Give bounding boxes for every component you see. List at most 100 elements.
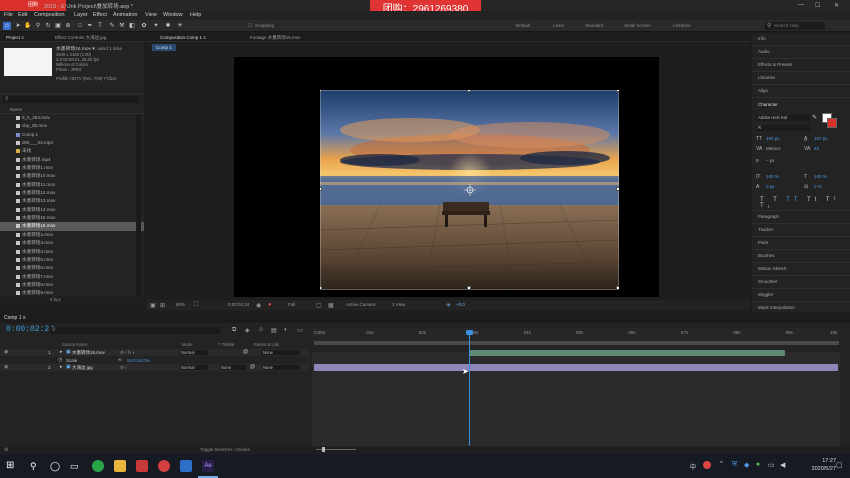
panel-wiggler[interactable]: Wiggler xyxy=(758,292,773,297)
graph-editor-icon[interactable]: ▭ xyxy=(297,327,303,334)
panel-tracker[interactable]: Tracker xyxy=(758,227,773,232)
bit-depth[interactable]: 8 bpc xyxy=(50,297,61,302)
workspace-libraries[interactable]: Libraries xyxy=(673,23,690,28)
rectangle-tool-icon[interactable]: □ xyxy=(76,22,84,30)
baseline-shift-value[interactable]: 0 px xyxy=(766,184,775,189)
layer-1-duration-bar[interactable] xyxy=(469,350,785,356)
expand-arrow-icon[interactable]: ▸ xyxy=(60,349,63,356)
menu-view[interactable]: View xyxy=(145,12,157,18)
tab-footage[interactable]: Footage 水墨转场16.mov xyxy=(250,35,301,41)
transform-handle[interactable] xyxy=(616,187,619,191)
resolution-dropdown[interactable]: Full xyxy=(288,302,295,307)
notification-icon[interactable]: ▢ xyxy=(836,461,843,469)
tray-app-icon[interactable] xyxy=(703,461,711,469)
tray-arrow-icon[interactable]: ^ xyxy=(720,461,723,467)
constrain-proportions-icon[interactable]: ∞ xyxy=(118,357,122,364)
grid-icon[interactable]: ⊞ xyxy=(160,302,165,309)
menu-help[interactable]: Help xyxy=(190,12,201,18)
layer-row-2[interactable]: ◉ 2 ▸ ▣ 大海边.jpg ⚙ / Normal None @ None xyxy=(0,364,310,371)
task-view-icon[interactable]: ◯ xyxy=(50,460,62,472)
project-file-item[interactable]: 水墨转场3.mov xyxy=(0,239,144,247)
text-tool-icon[interactable]: T xyxy=(96,22,104,30)
pickwhip-icon[interactable]: @ xyxy=(250,364,255,371)
clock-date[interactable]: 2020/5/27 xyxy=(812,466,836,472)
project-file-item[interactable]: 水墨转场5.mov xyxy=(0,256,144,264)
project-file-item[interactable]: 水墨转场14.mov xyxy=(0,206,144,214)
eyedropper-icon[interactable]: ✎ xyxy=(812,114,817,121)
puppet-extra-icon[interactable]: ✳ xyxy=(176,22,184,30)
project-scrollbar[interactable] xyxy=(136,114,141,304)
panel-libraries[interactable]: Libraries xyxy=(758,75,775,80)
app-red-icon[interactable] xyxy=(136,460,148,472)
visibility-icon[interactable]: ◉ xyxy=(4,364,8,371)
vertical-scale-value[interactable]: 100 % xyxy=(766,174,779,179)
project-file-item[interactable]: 水墨转场6.mov xyxy=(0,264,144,272)
composition-image[interactable] xyxy=(320,90,619,290)
clock-time[interactable]: 17:27 xyxy=(822,458,836,464)
task-switch-icon[interactable]: ▭ xyxy=(70,460,82,472)
panel-audio[interactable]: Audio xyxy=(758,49,770,54)
roi-icon[interactable]: ▢ xyxy=(316,302,322,309)
menu-edit[interactable]: Edit xyxy=(18,12,27,18)
menu-composition[interactable]: Composition xyxy=(34,12,65,18)
track-matte-dropdown[interactable]: None xyxy=(220,365,246,370)
project-file-item[interactable]: 水墨转场8.mov xyxy=(0,281,144,289)
stroke-color-swatch[interactable] xyxy=(827,118,837,128)
view-layout-dropdown[interactable]: 1 View xyxy=(392,302,405,307)
panel-effects-presets[interactable]: Effects & Presets xyxy=(758,62,792,67)
font-size-value[interactable]: 100 px xyxy=(766,136,780,141)
layer-name[interactable]: 水墨转场16.mov xyxy=(72,349,105,356)
layer-switches[interactable]: ⚙ / fx ◐ xyxy=(120,349,135,356)
timeline-search-input[interactable]: ⚲ xyxy=(50,327,220,334)
comp-breadcrumb[interactable]: Comp 1 xyxy=(152,44,176,51)
transform-handle[interactable] xyxy=(320,286,322,290)
zoom-slider-handle[interactable] xyxy=(322,447,325,452)
header-trkmat[interactable]: T TrkMat xyxy=(218,342,234,347)
visibility-icon[interactable]: ◉ xyxy=(4,349,8,356)
name-column-header[interactable]: Name xyxy=(10,107,22,112)
panel-motion-sketch[interactable]: Motion Sketch xyxy=(758,266,787,271)
brush-tool-icon[interactable]: ✎ xyxy=(108,22,116,30)
project-file-item[interactable]: 水墨转场.mp4 xyxy=(0,156,144,164)
expand-arrow-icon[interactable]: ▸ xyxy=(60,364,63,371)
workspace-learn[interactable]: Learn xyxy=(553,23,565,28)
pan-behind-tool-icon[interactable]: ⊕ xyxy=(64,22,72,30)
project-file-item[interactable]: 水墨转场11.mov xyxy=(0,181,144,189)
minimize-button[interactable]: — xyxy=(798,2,804,8)
file-explorer-icon[interactable] xyxy=(114,460,126,472)
project-file-item[interactable]: Comp 1 xyxy=(0,131,144,139)
tracking-value[interactable]: 45 xyxy=(814,146,819,151)
panel-info[interactable]: Info xyxy=(758,36,766,41)
toggle-switches-modes[interactable]: Toggle Switches / Modes xyxy=(200,447,250,452)
horizontal-scale-value[interactable]: 100 % xyxy=(814,174,827,179)
work-area-bar[interactable] xyxy=(314,341,839,345)
project-file-item[interactable]: 水墨转场7.mov xyxy=(0,273,144,281)
shy-icon[interactable]: ☺ xyxy=(258,327,264,333)
scale-value[interactable]: 54.0,54.0% xyxy=(127,357,150,364)
menu-animation[interactable]: Animation xyxy=(113,12,137,18)
layer-row-1[interactable]: ◉ 1 ▸ ▣ 水墨转场16.mov ⚙ / fx ◐ Normal @ Non… xyxy=(0,349,310,356)
playhead-line[interactable] xyxy=(469,330,470,452)
snapshot-icon[interactable]: ◉ xyxy=(256,302,261,309)
project-file-item[interactable]: 水墨转场16.mov xyxy=(0,222,144,231)
camera-dropdown[interactable]: Active Camera xyxy=(346,302,376,307)
close-button[interactable]: ✕ xyxy=(834,2,839,9)
text-style-buttons[interactable]: T T TT Tt T¹ T₁ xyxy=(760,197,850,209)
blend-mode-dropdown[interactable]: Normal xyxy=(180,365,208,370)
panel-brushes[interactable]: Brushes xyxy=(758,253,775,258)
eraser-tool-icon[interactable]: ◧ xyxy=(128,22,136,30)
panel-paint[interactable]: Paint xyxy=(758,240,768,245)
blend-mode-dropdown[interactable]: Normal xyxy=(180,350,208,355)
menu-file[interactable]: File xyxy=(4,12,13,18)
project-file-item[interactable]: cbp_05.mov xyxy=(0,122,144,130)
channel-icon[interactable]: ● xyxy=(268,302,272,308)
layer-switches[interactable]: ⚙ / xyxy=(120,364,127,371)
font-style-dropdown[interactable]: R xyxy=(756,125,810,131)
transform-handle[interactable] xyxy=(616,90,619,92)
hand-tool-icon[interactable]: ✋ xyxy=(24,22,32,30)
clone-stamp-tool-icon[interactable]: ⚒ xyxy=(118,22,126,30)
timeline-timecode[interactable]: 0:00:02:24 xyxy=(6,325,54,334)
transform-handle[interactable] xyxy=(467,286,471,290)
panel-paragraph[interactable]: Paragraph xyxy=(758,214,779,219)
maximize-button[interactable]: ☐ xyxy=(815,2,820,9)
